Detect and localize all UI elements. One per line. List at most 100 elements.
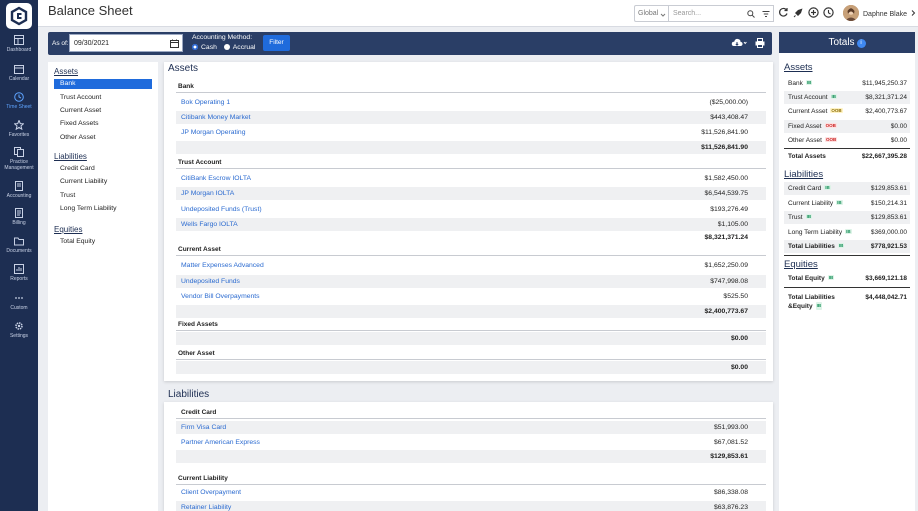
filter-icon[interactable] <box>762 10 770 18</box>
nav-settings[interactable]: Settings <box>0 321 38 339</box>
in-balance-badge: IB <box>830 94 837 99</box>
nav-practice-management[interactable]: Practice Management <box>0 147 38 171</box>
account-link[interactable]: Client Overpayment <box>181 489 241 496</box>
rocket-icon[interactable] <box>793 7 804 18</box>
calendar-icon[interactable] <box>170 39 179 48</box>
accrual-radio[interactable]: Accrual <box>223 44 255 51</box>
account-link[interactable]: Citibank Money Market <box>181 114 251 121</box>
account-link[interactable]: Undeposited Funds (Trust) <box>181 206 262 213</box>
refresh-icon[interactable] <box>778 7 789 18</box>
nav-calendar[interactable]: Calendar <box>0 64 38 82</box>
section-nav-current-asset[interactable]: Current Asset <box>54 106 152 116</box>
out-of-balance-badge: OOB <box>824 123 837 128</box>
account-link[interactable]: Wells Fargo IOLTA <box>181 221 238 228</box>
nav-custom[interactable]: Custom <box>0 293 38 311</box>
table-row[interactable]: CitiBank Escrow IOLTA $1,582,450.00 <box>176 172 766 185</box>
totals-value: $129,853.61 <box>870 214 907 221</box>
section-nav-liabilities-heading[interactable]: Liabilities <box>54 152 87 161</box>
totals-row-trust: Trust IB $129,853.61 <box>784 211 910 224</box>
section-nav-credit-card[interactable]: Credit Card <box>54 164 152 174</box>
table-row[interactable]: Partner American Express $67,081.52 <box>176 436 766 449</box>
as-of-date-value: 09/30/2021 <box>74 40 110 47</box>
table-row[interactable]: Citibank Money Market $443,408.47 <box>176 111 766 124</box>
search-icon[interactable] <box>747 10 755 18</box>
section-nav-current-liability[interactable]: Current Liability <box>54 177 152 187</box>
account-link[interactable]: Retainer Liability <box>181 504 231 511</box>
table-row[interactable]: Undeposited Funds $747,998.08 <box>176 275 766 288</box>
totals-value: $0.00 <box>890 137 907 144</box>
account-link[interactable]: JP Morgan Operating <box>181 129 245 136</box>
totals-value: $22,667,395.28 <box>861 153 907 160</box>
totals-label: Trust <box>788 214 803 221</box>
account-link[interactable]: CitiBank Escrow IOLTA <box>181 175 251 182</box>
nav-favorites[interactable]: Favorites <box>0 120 38 138</box>
user-avatar-icon <box>843 5 859 21</box>
account-link[interactable]: Firm Visa Card <box>181 424 226 431</box>
table-row[interactable]: Bok Operating 1 ($25,000.00) <box>176 96 766 109</box>
section-nav-equities-heading[interactable]: Equities <box>54 225 82 234</box>
nav-accounting[interactable]: Accounting <box>0 181 38 199</box>
fixed-assets-subheading: Fixed Assets <box>178 321 218 328</box>
table-row[interactable]: Undeposited Funds (Trust) $193,276.49 <box>176 203 766 216</box>
table-row[interactable]: Retainer Liability $63,876.23 <box>176 501 766 511</box>
section-nav-long-term-liability[interactable]: Long Term Liability <box>54 204 152 214</box>
billing-icon <box>15 208 23 218</box>
print-icon[interactable] <box>755 38 765 48</box>
add-circle-icon[interactable] <box>808 7 819 18</box>
info-icon[interactable]: i <box>856 39 866 48</box>
table-row[interactable]: Matter Expenses Advanced $1,652,250.09 <box>176 259 766 272</box>
current-liability-subheading: Current Liability <box>178 475 228 482</box>
avatar[interactable] <box>843 5 859 21</box>
account-amount: $1,105.00 <box>717 221 748 228</box>
page-title: Balance Sheet <box>48 3 133 18</box>
account-link[interactable]: Bok Operating 1 <box>181 99 230 106</box>
dashboard-icon <box>14 35 24 45</box>
section-nav-total-equity[interactable]: Total Equity <box>54 237 152 247</box>
account-link[interactable]: JP Morgan IOLTA <box>181 190 234 197</box>
table-row[interactable]: Vendor Bill Overpayments $525.50 <box>176 290 766 303</box>
section-nav-trust-account[interactable]: Trust Account <box>54 93 152 103</box>
dots-icon <box>15 297 23 299</box>
cash-radio[interactable]: Cash <box>192 44 217 51</box>
account-amount: $63,876.23 <box>713 504 748 511</box>
table-row[interactable]: Wells Fargo IOLTA $1,105.00 <box>176 218 766 231</box>
accounting-method-label: Accounting Method: <box>192 34 253 41</box>
account-link[interactable]: Partner American Express <box>181 439 260 446</box>
radio-checked-icon <box>192 44 198 50</box>
section-nav-other-asset[interactable]: Other Asset <box>54 133 152 143</box>
totals-row-total-assets: Total Assets $22,667,395.28 <box>784 150 910 163</box>
table-row[interactable]: JP Morgan IOLTA $6,544,539.75 <box>176 187 766 200</box>
section-nav-fixed-assets[interactable]: Fixed Assets <box>54 119 152 129</box>
table-row[interactable]: JP Morgan Operating $11,526,841.90 <box>176 126 766 139</box>
in-balance-badge: IB <box>845 229 852 234</box>
divider <box>784 148 910 149</box>
nav-label: Custom <box>10 305 28 311</box>
divider <box>176 359 766 360</box>
nav-dashboard[interactable]: Dashboard <box>0 35 38 53</box>
filter-button[interactable]: Filter <box>263 35 290 51</box>
section-nav-assets-heading[interactable]: Assets <box>54 67 78 76</box>
nav-billing[interactable]: Billing <box>0 208 38 226</box>
table-row[interactable]: Client Overpayment $86,338.08 <box>176 486 766 499</box>
account-amount: $11,526,841.90 <box>701 129 748 136</box>
table-row[interactable]: Firm Visa Card $51,993.00 <box>176 421 766 434</box>
as-of-date-input[interactable]: 09/30/2021 <box>69 34 183 52</box>
totals-value: $3,669,121.18 <box>865 275 907 282</box>
account-link[interactable]: Matter Expenses Advanced <box>181 262 264 269</box>
section-nav-bank[interactable]: Bank <box>54 79 152 89</box>
section-nav-trust[interactable]: Trust <box>54 191 152 201</box>
clock-icon[interactable] <box>823 7 834 18</box>
nav-time-sheet[interactable]: Time Sheet <box>0 92 38 110</box>
account-amount: $443,408.47 <box>710 114 748 121</box>
scope-select[interactable]: Global <box>634 5 668 22</box>
app-logo[interactable] <box>6 3 32 29</box>
account-link[interactable]: Vendor Bill Overpayments <box>181 293 260 300</box>
nav-documents[interactable]: Documents <box>0 236 38 254</box>
account-link[interactable]: Undeposited Funds <box>181 278 240 285</box>
subtotal-row: $2,400,773.67 <box>176 305 766 318</box>
download-cloud-icon[interactable] <box>731 38 747 48</box>
nav-reports[interactable]: Reports <box>0 264 38 282</box>
search-input[interactable]: Search... <box>668 5 774 22</box>
user-menu[interactable]: Daphne Blake <box>863 10 916 18</box>
totals-label: Current Liability <box>788 200 834 207</box>
